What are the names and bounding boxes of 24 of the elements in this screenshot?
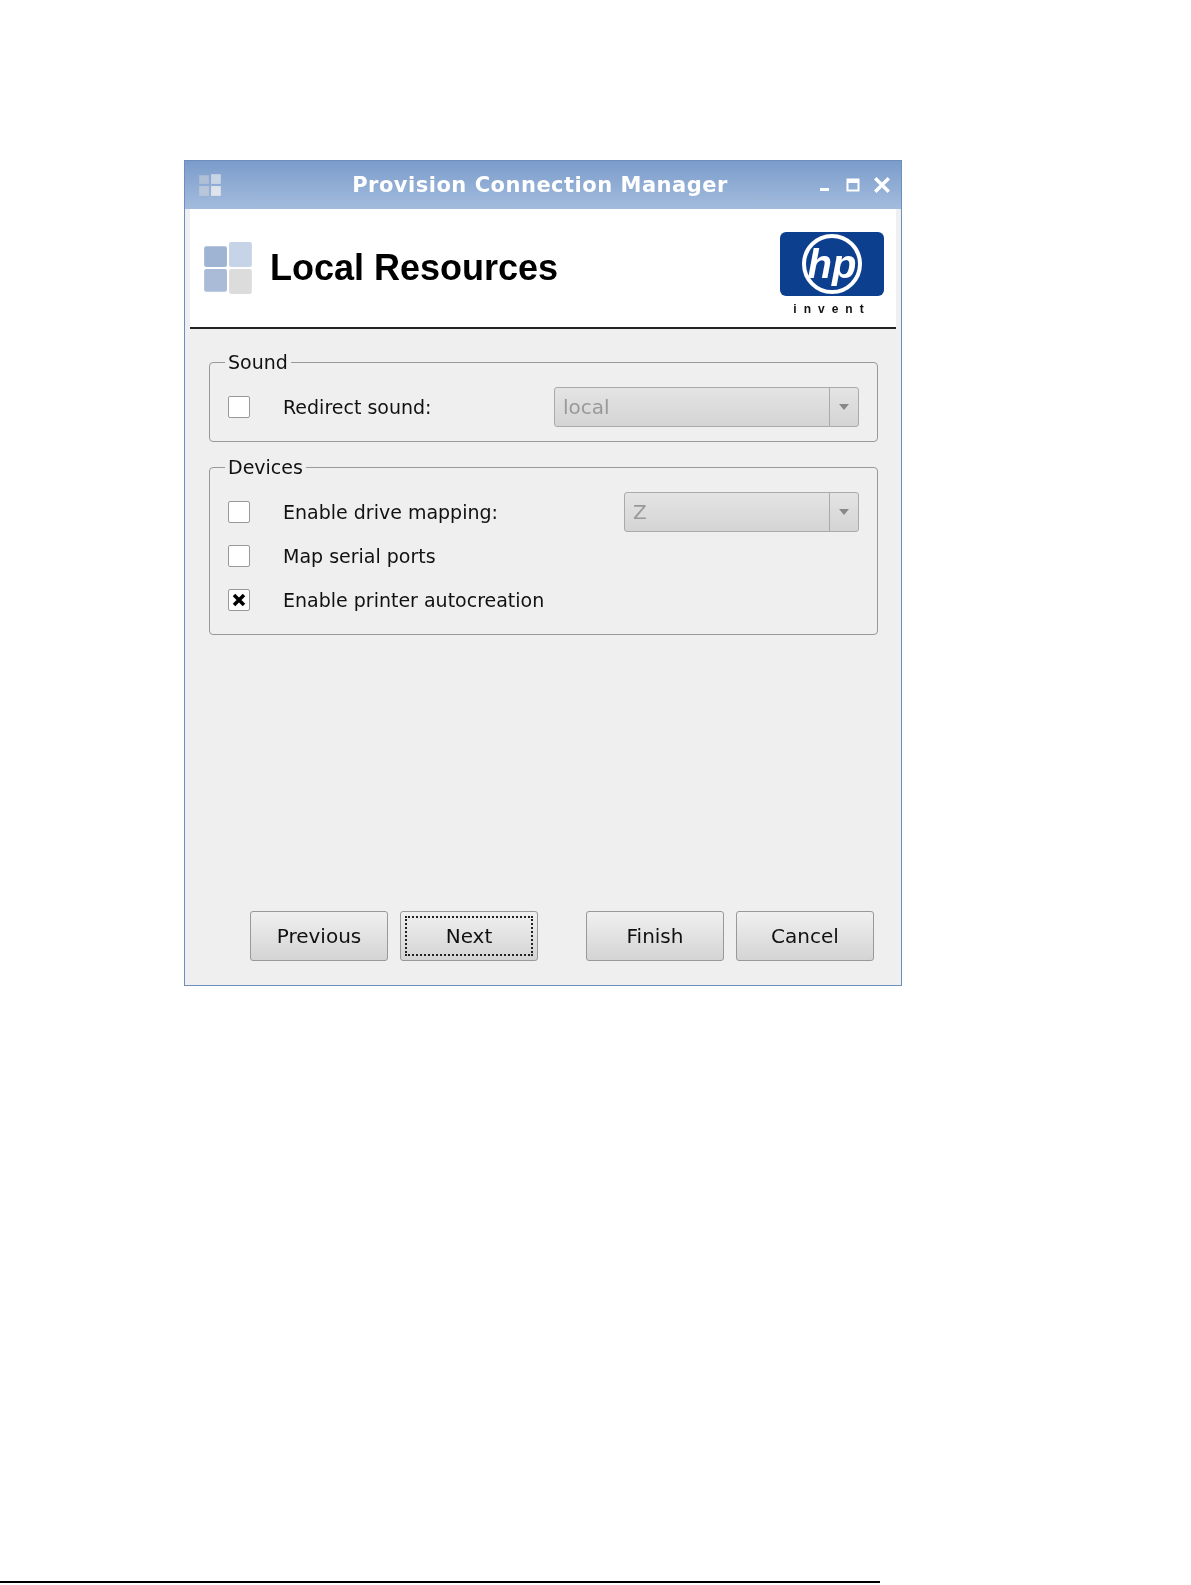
group-title: Sound [227,351,289,373]
checkbox[interactable] [228,396,250,418]
checkbox-label: Enable printer autocreation [283,589,546,611]
checkbox[interactable] [228,545,250,567]
checkbox-label: Enable drive mapping: [283,501,499,523]
checkbox[interactable] [228,501,250,523]
dialog-button[interactable]: Finish [586,911,724,961]
app-icon [197,172,223,198]
checkbox[interactable] [228,589,250,611]
logo-badge: hp [780,232,884,296]
group-title: Devices [227,456,304,478]
dialog-button[interactable]: Cancel [736,911,874,961]
page-heading: Local Resources [270,247,560,289]
caret-icon [839,404,849,410]
checkbox-label: Map serial ports [283,545,437,567]
close-icon[interactable] [873,176,891,194]
logo-tagline: invent [793,302,871,316]
window-title: Provision Connection Manager [351,173,729,197]
checkbox-label: Redirect sound: [283,396,433,418]
puzzle-icon [202,240,254,296]
dialog-button[interactable]: Next [400,911,538,961]
dialog-button[interactable]: Previous [250,911,388,961]
maximize-icon[interactable] [845,177,861,193]
caret-icon [839,509,849,515]
